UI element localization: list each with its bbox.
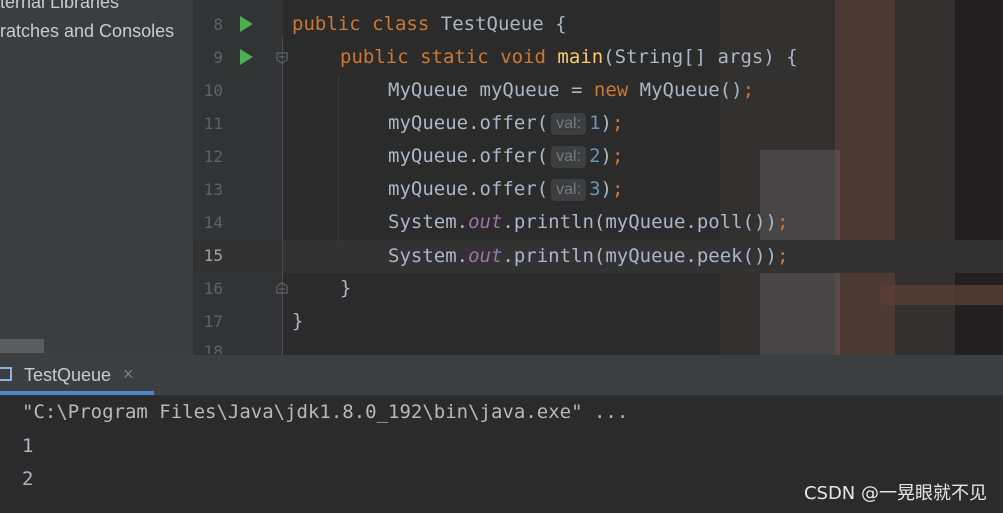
line-number: 16 (203, 279, 223, 298)
gutter-separator (282, 36, 283, 356)
code-text: .println(myQueue.peek()) (502, 245, 777, 267)
semicolon: ; (611, 145, 624, 167)
line-number: 10 (203, 81, 223, 100)
parameter-hint: val: (551, 145, 587, 168)
code-text: myQueue.offer( (388, 145, 549, 167)
code-text: System. (388, 245, 469, 267)
parameter-hint: val: (551, 178, 587, 201)
number-literal: 1 (589, 112, 601, 134)
brace: { (543, 13, 567, 35)
number-literal: 2 (589, 145, 601, 167)
code-line-11: myQueue.offer(val: 1); (388, 107, 623, 140)
code-line-14: System.out.println(myQueue.poll()); (388, 206, 788, 239)
code-line-10: MyQueue myQueue = new MyQueue(); (388, 74, 754, 107)
static-field: out (468, 245, 503, 267)
keyword: public (292, 13, 361, 35)
code-line-12: myQueue.offer(val: 2); (388, 140, 623, 173)
code-line-16: } (340, 277, 352, 299)
console-icon (0, 367, 12, 381)
run-class-icon[interactable] (240, 16, 253, 32)
code-line-8: public class TestQueue { (292, 8, 567, 41)
semicolon: ; (742, 79, 755, 101)
code-text: myQueue.offer( (388, 178, 549, 200)
code-text: ) (600, 112, 612, 134)
keyword: class (372, 13, 430, 35)
code-line-13: myQueue.offer(val: 3); (388, 173, 623, 206)
line-number: 9 (213, 48, 223, 67)
line-number: 13 (203, 180, 223, 199)
close-icon[interactable]: × (123, 364, 134, 385)
line-number: 12 (203, 147, 223, 166)
code-text: System. (388, 211, 469, 233)
line-number: 11 (203, 114, 223, 133)
run-main-icon[interactable] (240, 49, 253, 65)
code-text: .println(myQueue.poll()) (502, 211, 777, 233)
parameter-hint: val: (551, 112, 587, 135)
code-text: ) (600, 145, 612, 167)
line-number: 14 (203, 213, 223, 232)
console-command-line: "C:\Program Files\Java\jdk1.8.0_192\bin\… (22, 401, 629, 423)
code-text: MyQueue() (628, 79, 743, 101)
code-text: myQueue.offer( (388, 112, 549, 134)
fold-marker-icon[interactable] (276, 52, 288, 64)
active-tab-indicator (0, 391, 154, 395)
semicolon: ; (611, 178, 624, 200)
code-line-17: } (292, 310, 304, 332)
keyword: void (500, 46, 546, 68)
keyword: static (420, 46, 489, 68)
console-output-line: 2 (22, 468, 34, 490)
number-literal: 3 (589, 178, 601, 200)
static-field: out (468, 211, 503, 233)
line-number: 8 (213, 15, 223, 34)
console-output-line: 1 (22, 435, 34, 457)
semicolon: ; (776, 211, 789, 233)
watermark: CSDN @一晃眼就不见 (803, 483, 987, 504)
run-tab-label: TestQueue (24, 365, 112, 385)
class-name: TestQueue (440, 13, 544, 35)
fold-end-marker-icon[interactable] (276, 282, 288, 294)
indent-guide (338, 75, 339, 245)
code-line-9: public static void main(String[] args) { (340, 41, 798, 74)
semicolon: ; (776, 245, 789, 267)
code-line-15: System.out.println(myQueue.peek()); (388, 240, 788, 273)
run-tab-testqueue[interactable]: TestQueue × (0, 355, 154, 395)
line-number: 17 (203, 312, 223, 331)
line-number: 18 (203, 342, 223, 354)
semicolon: ; (611, 112, 624, 134)
code-text: MyQueue myQueue = (388, 79, 594, 101)
code-text: ) (600, 178, 612, 200)
keyword: public (340, 46, 409, 68)
run-tab-bar: TestQueue × (0, 355, 1003, 396)
line-number-active: 15 (203, 246, 223, 265)
keyword: new (593, 79, 629, 101)
method-signature: (String[] args) { (603, 46, 798, 68)
method-name: main (557, 46, 604, 68)
